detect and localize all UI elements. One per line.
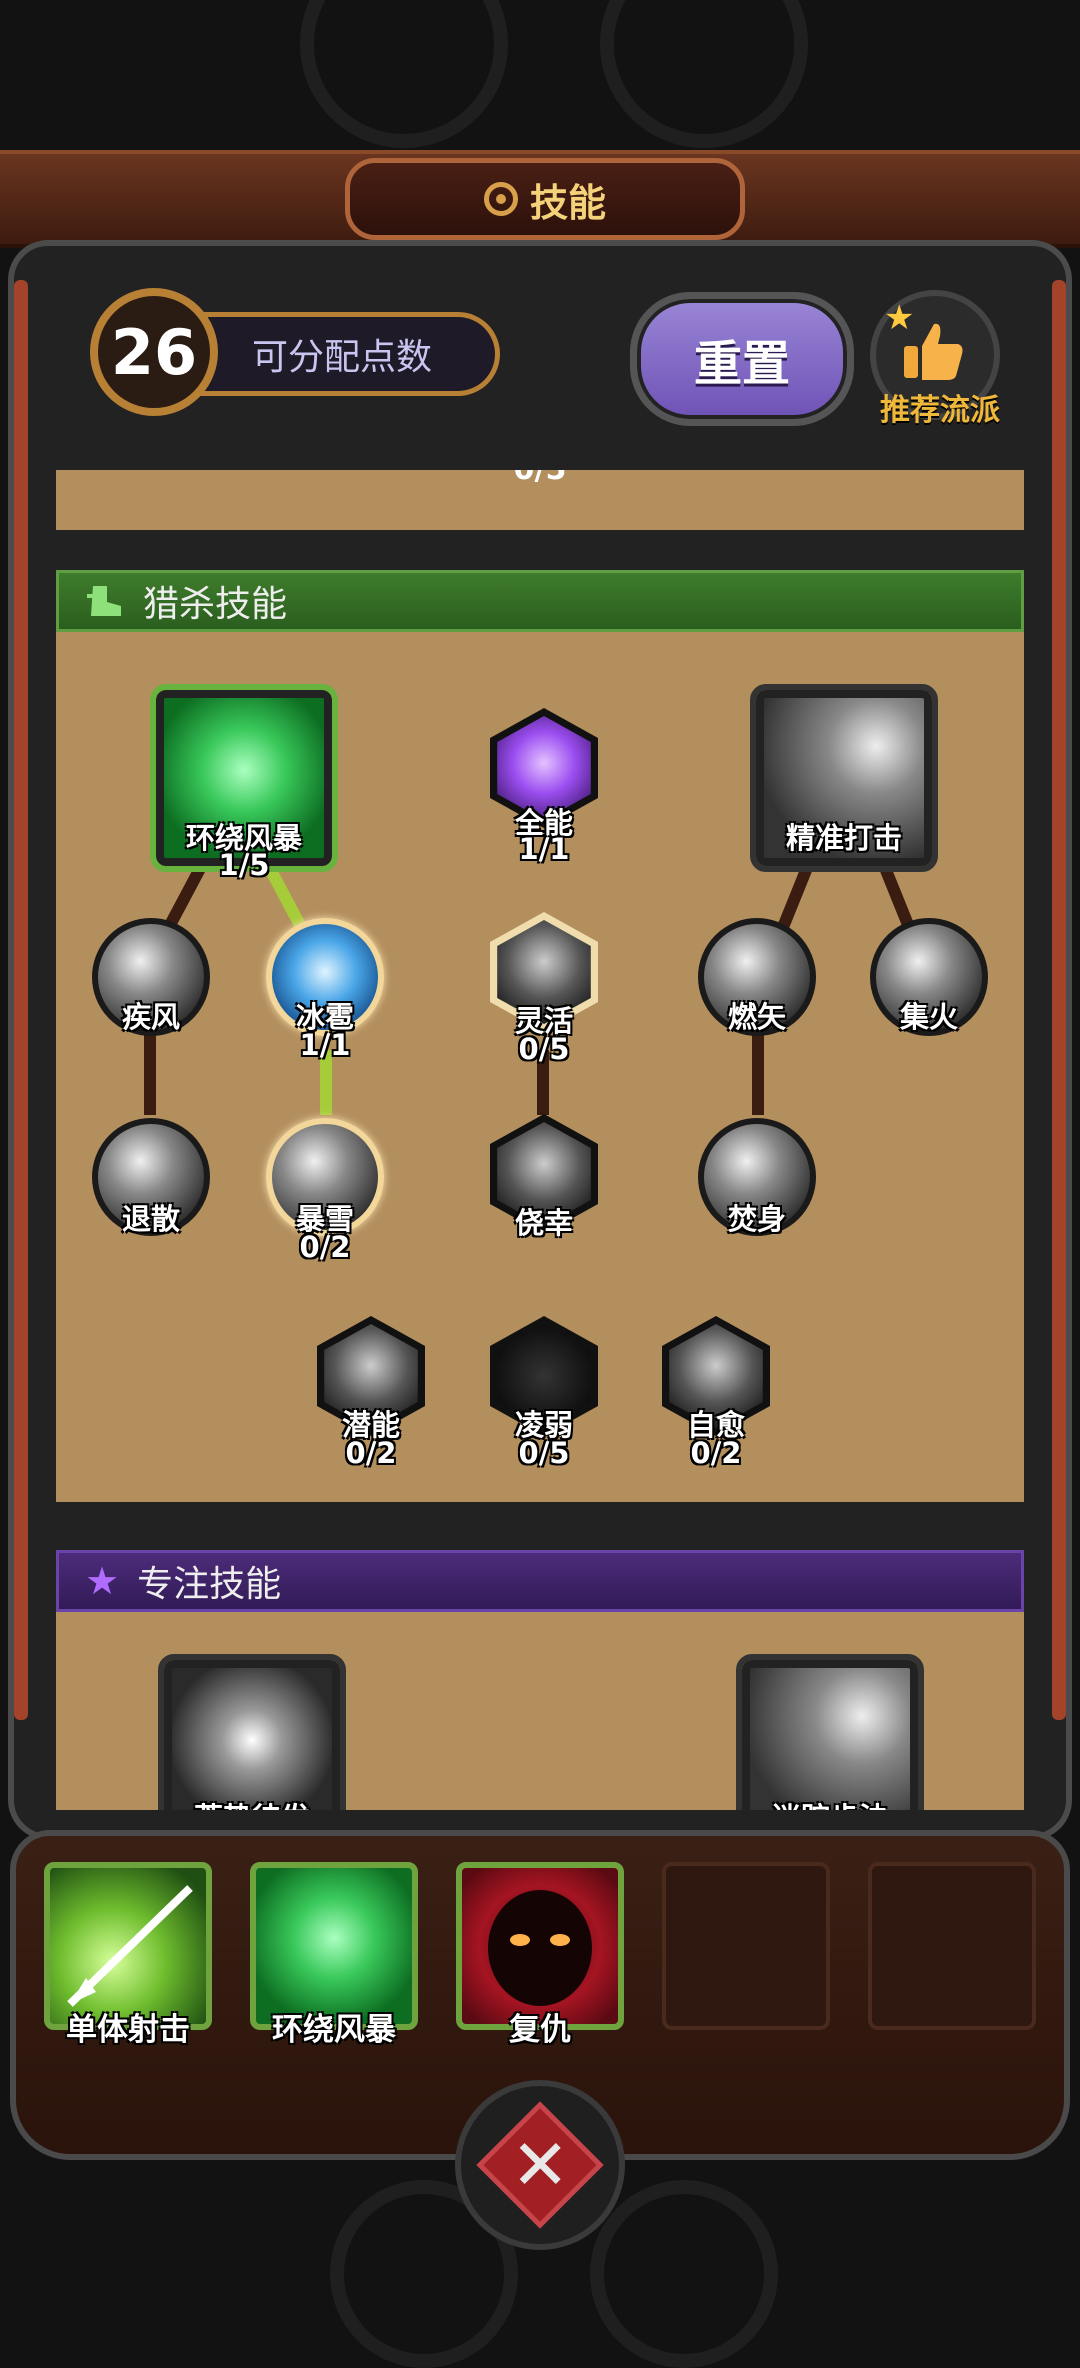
- skill-scroll-area[interactable]: 0/5 猎杀技能 环绕风暴 1/5 全能 1/1 精准打击 疾风 冰雹 1/1 …: [56, 470, 1024, 1810]
- equipped-slot-4-empty[interactable]: [662, 1862, 830, 2030]
- skill-ghost-step[interactable]: [736, 1654, 924, 1810]
- skill-label: 退散: [121, 1202, 180, 1236]
- tree-connector: [752, 1035, 764, 1115]
- skill-count: 1/1: [518, 832, 570, 866]
- skill-label: 迷踪步法: [730, 1795, 930, 1810]
- previous-skill-count: 0/5: [56, 470, 1024, 487]
- reset-button[interactable]: 重置: [630, 292, 854, 426]
- hunt-section-header: 猎杀技能: [56, 570, 1024, 632]
- skill-label: 精准打击: [785, 821, 902, 855]
- frame-rail-right: [1052, 280, 1066, 1720]
- skill-count: 0/2: [299, 1230, 351, 1264]
- close-icon: ✕: [476, 2101, 604, 2229]
- points-value: 26: [90, 288, 218, 416]
- skill-label: 侥幸: [514, 1206, 573, 1240]
- skill-wheel-icon: [483, 182, 518, 216]
- background-ornament: [600, 0, 808, 148]
- focus-section-title: 专注技能: [137, 1564, 282, 1605]
- frame-rail-left: [14, 280, 28, 1720]
- tree-connector: [144, 1035, 156, 1115]
- skill-count: 1/5: [218, 848, 270, 882]
- skill-count: 0/2: [690, 1436, 742, 1470]
- arrow-shot-icon: [67, 1885, 193, 2007]
- skill-label: 集火: [899, 1000, 958, 1034]
- skill-count: 1/1: [299, 1028, 351, 1062]
- star-icon: ★: [884, 298, 915, 338]
- skill-count: 0/5: [518, 1436, 570, 1470]
- close-button[interactable]: ✕: [455, 2080, 625, 2250]
- equipped-slot-2-label: 环绕风暴: [272, 2012, 396, 2048]
- page-title: 技能: [529, 180, 606, 225]
- purple-star-icon: ★: [85, 1559, 120, 1603]
- skill-count: 0/2: [345, 1436, 397, 1470]
- title-plate: 技能: [345, 158, 745, 240]
- demon-face-icon: [488, 1890, 592, 2006]
- recommend-build-label: 推荐流派: [880, 393, 1000, 428]
- focus-section-header: ★ 专注技能: [56, 1550, 1024, 1612]
- boot-icon: [87, 586, 121, 616]
- skill-label: 蓄势待发: [152, 1795, 352, 1810]
- equipped-slot-5-empty[interactable]: [868, 1862, 1036, 2030]
- points-label: 可分配点数: [200, 312, 500, 396]
- skill-label: 焚身: [727, 1202, 786, 1236]
- skill-label: 疾风: [121, 1000, 180, 1034]
- skill-label: 燃矢: [727, 1000, 786, 1034]
- hunt-section-title: 猎杀技能: [143, 584, 288, 625]
- equipped-slot-1-label: 单体射击: [66, 2012, 190, 2048]
- skill-count: 0/5: [518, 1032, 570, 1066]
- background-ornament: [300, 0, 508, 148]
- equipped-slot-3-label: 复仇: [509, 2012, 571, 2048]
- skill-charge-ready[interactable]: [158, 1654, 346, 1810]
